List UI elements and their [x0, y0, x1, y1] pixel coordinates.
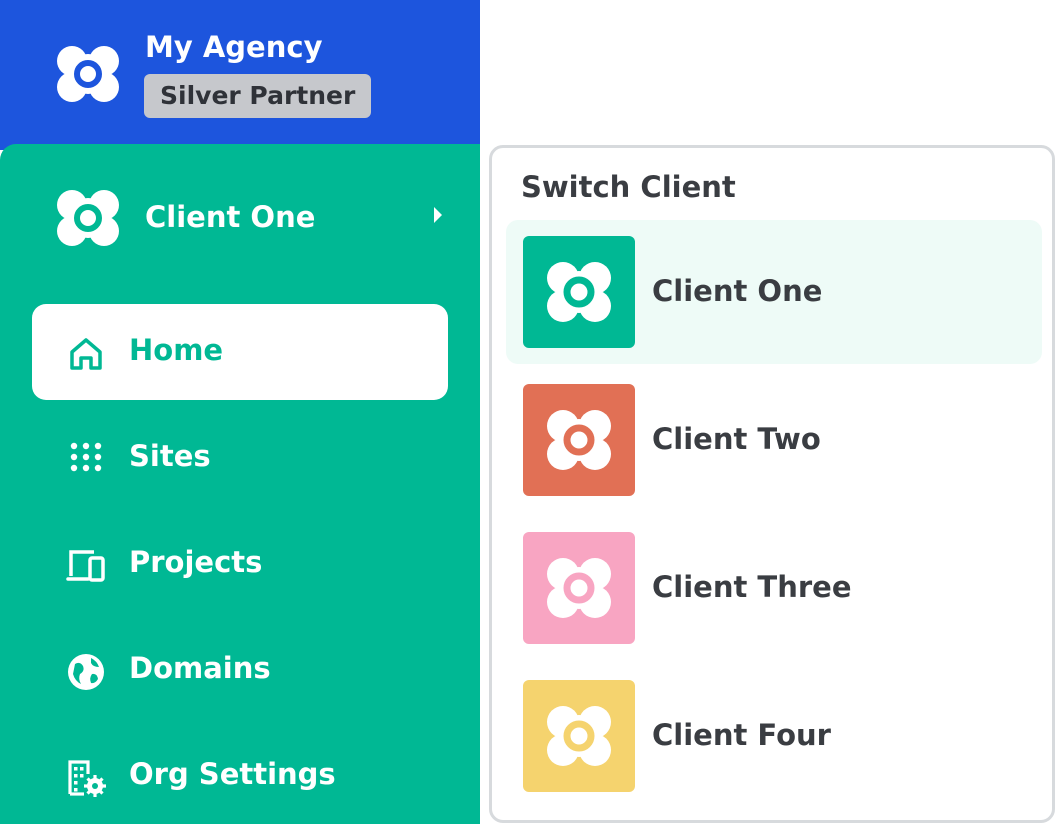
- client-option-one[interactable]: Client One: [506, 220, 1042, 364]
- grid-dots-icon: [70, 442, 102, 472]
- nav-label: Org Settings: [129, 757, 336, 791]
- client-switcher[interactable]: Client One: [0, 144, 480, 294]
- sidebar: Client One Home Sites Projects Domains O…: [0, 144, 480, 824]
- nav-item-domains[interactable]: Domains: [32, 622, 448, 718]
- nav-item-sites[interactable]: Sites: [32, 410, 448, 506]
- globe-icon: [68, 654, 104, 690]
- switch-client-dropdown: Switch Client Client One Client Two Clie…: [489, 145, 1055, 823]
- nav-label: Home: [129, 333, 224, 367]
- client-option-three[interactable]: Client Three: [506, 516, 1042, 660]
- client-option-label: Client One: [652, 274, 823, 308]
- nav-label: Domains: [129, 651, 271, 685]
- building-gear-icon: [68, 760, 106, 797]
- flower-logo-icon: [547, 706, 611, 766]
- client-option-two[interactable]: Client Two: [506, 368, 1042, 512]
- agency-header: My Agency Silver Partner: [0, 0, 480, 150]
- partner-badge: Silver Partner: [144, 74, 372, 118]
- home-icon: [70, 338, 102, 370]
- client-avatar: [523, 680, 635, 792]
- client-option-four[interactable]: Client Four: [506, 664, 1042, 808]
- flower-logo-icon: [57, 190, 119, 246]
- client-option-label: Client Four: [652, 718, 831, 752]
- devices-icon: [66, 550, 105, 582]
- current-client-name: Client One: [145, 200, 316, 234]
- nav-item-org-settings[interactable]: Org Settings: [32, 728, 448, 824]
- client-avatar: [523, 384, 635, 496]
- flower-logo-icon: [547, 262, 611, 322]
- flower-logo-icon: [547, 410, 611, 470]
- client-option-label: Client Three: [652, 570, 852, 604]
- nav-item-projects[interactable]: Projects: [32, 516, 448, 612]
- flower-logo-icon: [57, 46, 119, 102]
- chevron-right-icon: [434, 207, 442, 223]
- client-avatar: [523, 236, 635, 348]
- client-avatar: [523, 532, 635, 644]
- agency-name: My Agency: [145, 30, 323, 64]
- flower-logo-icon: [547, 558, 611, 618]
- nav-label: Sites: [129, 439, 211, 473]
- client-option-label: Client Two: [652, 422, 821, 456]
- dropdown-title: Switch Client: [521, 170, 736, 204]
- nav-item-home[interactable]: Home: [32, 304, 448, 400]
- nav-label: Projects: [129, 545, 263, 579]
